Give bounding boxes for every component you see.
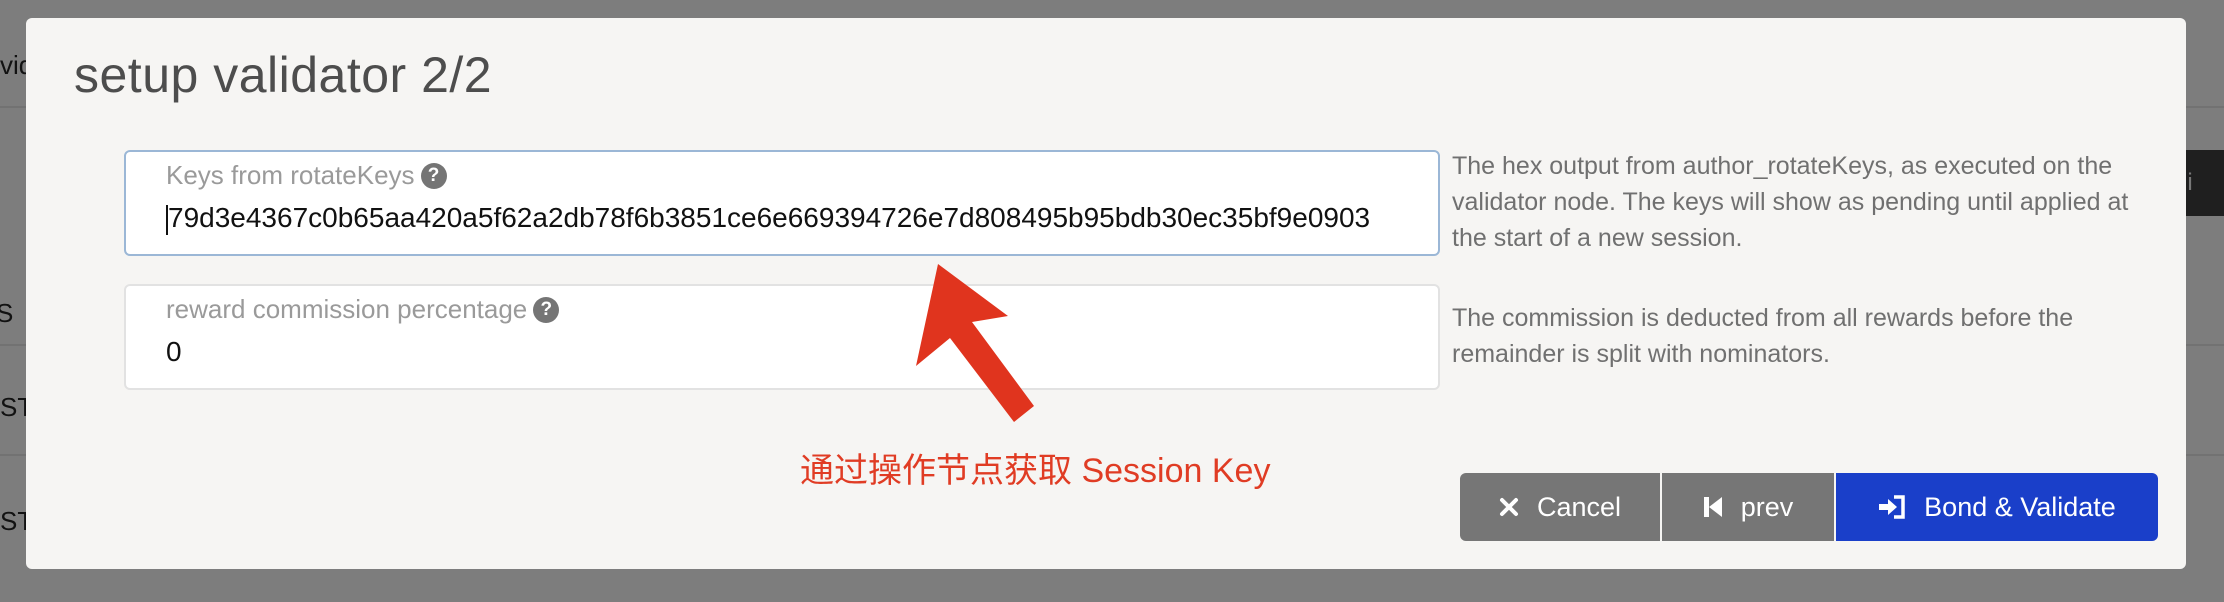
help-icon[interactable]: ? [420, 162, 447, 189]
commission-help-text: The commission is deducted from all rewa… [1452, 304, 2074, 368]
commission-input[interactable]: 0 [166, 336, 1408, 368]
keys-help-text: The hex output from author_rotateKeys, a… [1452, 152, 2129, 252]
bond-validate-button[interactable]: Bond & Validate [1834, 473, 2158, 541]
commission-field-label-row: reward commission percentage ? [166, 294, 560, 325]
action-buttons: Cancel prev Bond & Validate [1460, 473, 2158, 541]
prev-button[interactable]: prev [1660, 473, 1834, 541]
bond-validate-button-label: Bond & Validate [1924, 491, 2116, 522]
sign-in-icon [1879, 495, 1905, 519]
annotation-arrow-icon [916, 264, 1034, 422]
commission-field[interactable]: reward commission percentage ? 0 [124, 284, 1440, 390]
modal-title: setup validator 2/2 [74, 47, 493, 103]
cancel-button[interactable]: Cancel [1460, 473, 1660, 541]
prev-button-label: prev [1740, 491, 1794, 522]
cancel-button-label: Cancel [1536, 491, 1622, 522]
step-backward-icon [1703, 497, 1722, 517]
keys-input[interactable]: 79d3e4367c0b65aa420a5f62a2db78f6b3851ce6… [166, 202, 1408, 235]
help-icon[interactable]: ? [533, 296, 560, 323]
keys-input-text: 79d3e4367c0b65aa420a5f62a2db78f6b3851ce6… [168, 202, 1371, 233]
setup-validator-modal: setup validator 2/2 Keys from rotateKeys… [26, 18, 2186, 569]
close-icon [1499, 498, 1518, 516]
keys-field-label: Keys from rotateKeys [166, 160, 415, 190]
annotation-text: 通过操作节点获取 Session Key [800, 452, 1271, 490]
keys-field[interactable]: Keys from rotateKeys ? 79d3e4367c0b65aa4… [124, 150, 1440, 256]
commission-field-label: reward commission percentage [166, 294, 528, 324]
keys-field-label-row: Keys from rotateKeys ? [166, 160, 447, 191]
